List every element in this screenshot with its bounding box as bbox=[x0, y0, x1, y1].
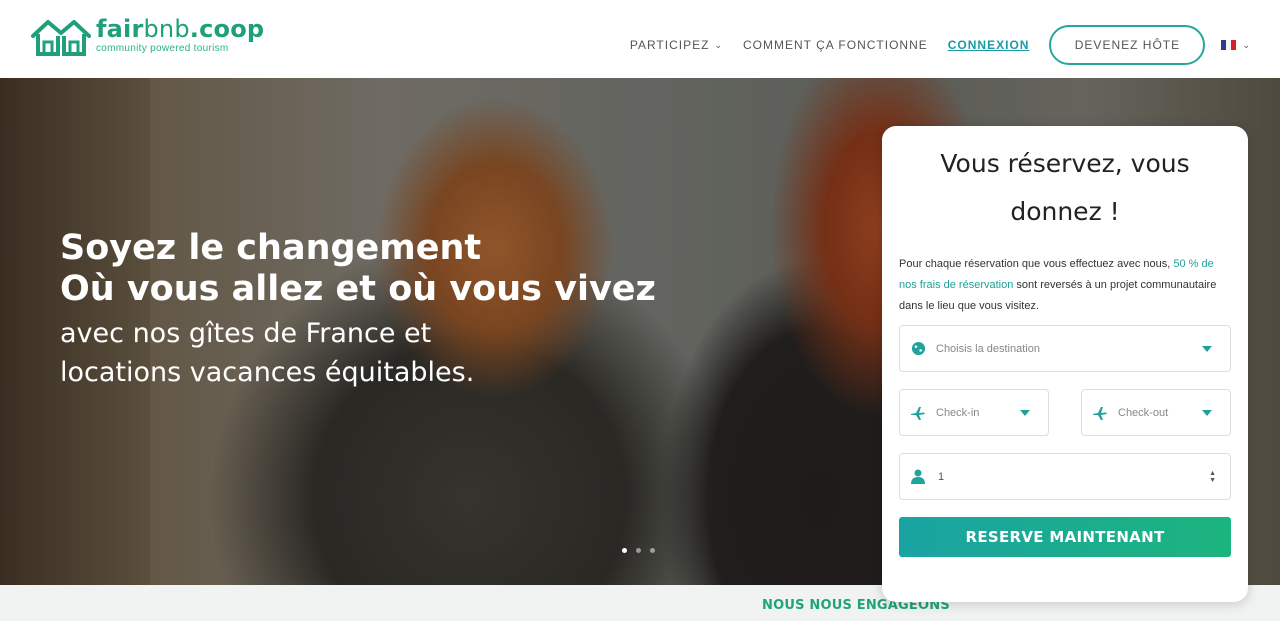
booking-description: Pour chaque réservation que vous effectu… bbox=[899, 258, 1217, 312]
chevron-down-icon bbox=[1020, 409, 1030, 416]
nav-participez-label: PARTICIPEZ bbox=[629, 38, 710, 52]
reserve-button[interactable]: RESERVE MAINTENANT bbox=[899, 517, 1231, 557]
hero-subtitle: avec nos gîtes de France et locations va… bbox=[60, 314, 656, 392]
slider-dot[interactable] bbox=[622, 548, 627, 553]
checkout-field[interactable]: Check-out bbox=[1081, 389, 1231, 436]
site-header: fairbnb.coop community powered tourism P… bbox=[0, 0, 1280, 78]
guests-value: 1 bbox=[938, 470, 945, 483]
plane-icon bbox=[910, 405, 926, 421]
chevron-down-icon bbox=[1202, 409, 1212, 416]
fr-flag-icon bbox=[1221, 40, 1237, 50]
brand-text: fairbnb.coop community powered tourism bbox=[96, 16, 264, 54]
user-icon bbox=[910, 469, 926, 485]
guests-stepper[interactable]: 1 ▲ ▼ bbox=[899, 453, 1231, 500]
booking-card: Vous réservez, vous donnez ! Pour chaque… bbox=[882, 126, 1248, 602]
hero-text: Soyez le changement Où vous allez et où … bbox=[60, 228, 656, 392]
checkin-placeholder: Check-in bbox=[936, 406, 980, 419]
brand-tagline: community powered tourism bbox=[96, 43, 229, 54]
stepper-arrows-icon[interactable]: ▲ ▼ bbox=[1209, 470, 1216, 484]
checkin-field[interactable]: Check-in bbox=[899, 389, 1049, 436]
hero-subtitle-line1: avec nos gîtes de France et bbox=[60, 318, 432, 349]
slider-dots bbox=[622, 548, 664, 553]
nav-comment-ca-fonctionne[interactable]: COMMENT ÇA FONCTIONNE bbox=[743, 38, 928, 52]
slider-dot[interactable] bbox=[636, 548, 641, 553]
slider-dot[interactable] bbox=[650, 548, 655, 553]
brand-logo[interactable]: fairbnb.coop community powered tourism bbox=[30, 16, 264, 58]
chevron-down-icon: ⌄ bbox=[714, 39, 723, 50]
chevron-down-icon bbox=[1202, 345, 1212, 352]
hero-subtitle-line2: locations vacances équitables. bbox=[60, 357, 475, 388]
chevron-down-icon: ⌄ bbox=[1242, 39, 1250, 50]
destination-select[interactable]: Choisis la destination bbox=[899, 325, 1231, 372]
hero-title-line2: Où vous allez et où vous vivez bbox=[60, 269, 656, 309]
dates-row: Check-in Check-out bbox=[899, 389, 1231, 436]
language-selector[interactable]: ⌄ bbox=[1221, 40, 1250, 51]
nav-connexion-label: CONNEXION bbox=[947, 38, 1030, 52]
house-logo-icon bbox=[31, 20, 91, 56]
become-host-button[interactable]: DEVENEZ HÔTE bbox=[1049, 25, 1206, 65]
hero-title-line1: Soyez le changement bbox=[60, 228, 482, 268]
destination-placeholder: Choisis la destination bbox=[936, 342, 1040, 355]
brand-name: fairbnb.coop bbox=[96, 15, 265, 43]
hero-title: Soyez le changement Où vous allez et où … bbox=[60, 228, 656, 310]
main-nav: PARTICIPEZ ⌄ COMMENT ÇA FONCTIONNE CONNE… bbox=[630, 25, 1250, 65]
globe-icon bbox=[910, 341, 926, 357]
nav-connexion[interactable]: CONNEXION bbox=[948, 38, 1030, 52]
booking-title: Vous réservez, vous donnez ! bbox=[940, 149, 1190, 226]
plane-icon bbox=[1092, 405, 1108, 421]
nav-participez[interactable]: PARTICIPEZ ⌄ bbox=[630, 38, 723, 52]
nav-how-label: COMMENT ÇA FONCTIONNE bbox=[742, 38, 928, 52]
checkout-placeholder: Check-out bbox=[1118, 406, 1169, 419]
